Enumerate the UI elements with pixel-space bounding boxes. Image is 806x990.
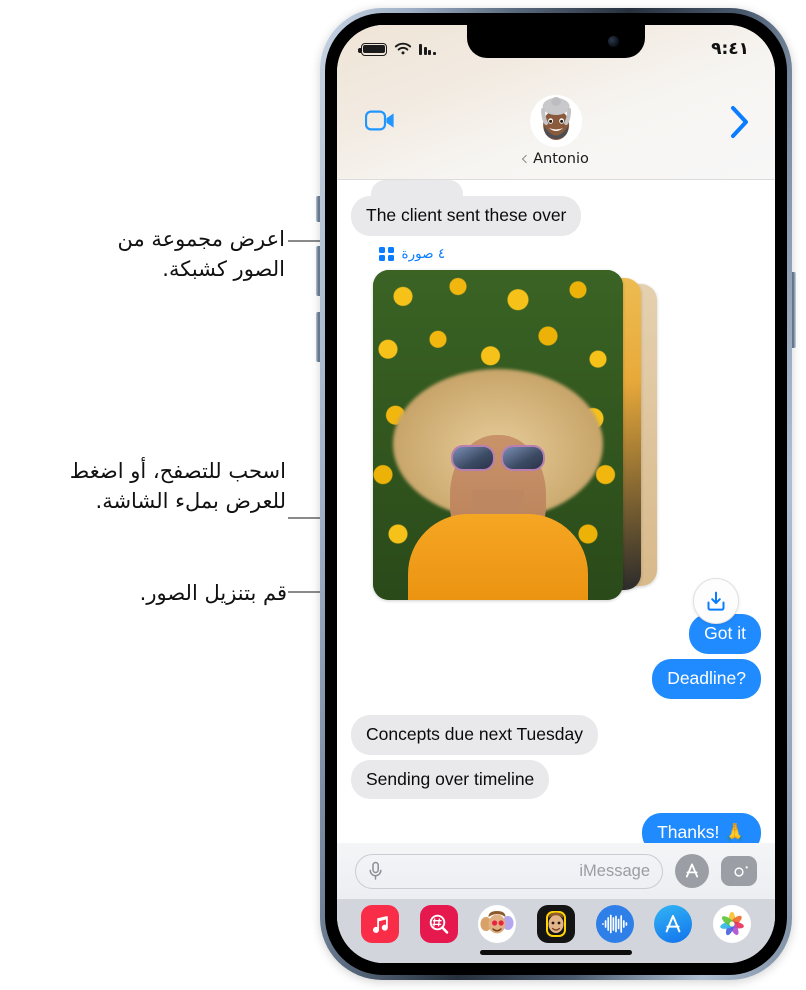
callout-download-photos: قم بتنزيل الصور. — [139, 581, 287, 605]
message-row: Sending over timeline — [345, 759, 761, 800]
wifi-icon — [394, 42, 412, 55]
photo-stack-header[interactable]: ٤ صورة — [379, 246, 499, 262]
partial-bubble-above — [371, 180, 463, 196]
download-tray-icon — [707, 591, 725, 611]
contact-name-row: Antonio — [521, 151, 589, 167]
camera-icon — [727, 862, 751, 880]
message-bubble[interactable]: Thanks! 🙏 — [642, 813, 761, 843]
photo-sunglasses — [446, 444, 550, 471]
home-indicator[interactable] — [480, 950, 632, 955]
message-bubble[interactable]: Concepts due next Tuesday — [351, 714, 598, 755]
photo-shirt — [408, 513, 588, 600]
dock-app-music[interactable] — [361, 905, 400, 943]
app-store-icon — [685, 863, 699, 878]
dock-app-memoji[interactable] — [536, 905, 575, 943]
photo-image — [373, 269, 623, 600]
message-bubble[interactable]: Deadline? — [652, 658, 766, 699]
notch — [467, 25, 645, 58]
message-row: Got it — [351, 613, 761, 654]
message-bubble[interactable]: The client sent these over — [351, 196, 582, 236]
status-indicators — [358, 42, 436, 56]
device-bezel: ٩:٤١ Antonio The client sent these over … — [325, 13, 787, 975]
message-row: The client sent these over — [351, 196, 761, 236]
iphone-device: ٩:٤١ Antonio The client sent these over … — [320, 8, 792, 980]
memoji-face-icon — [545, 911, 566, 937]
dock-app-images[interactable] — [419, 905, 458, 943]
front-camera-icon — [608, 36, 619, 47]
dock-app-app-store[interactable] — [654, 905, 693, 943]
message-bubble[interactable]: Sending over timeline — [345, 759, 550, 800]
message-row: Deadline? — [351, 658, 766, 699]
hash-search-icon — [430, 914, 449, 934]
download-button[interactable] — [693, 578, 739, 624]
dock-app-digital-touch[interactable] — [595, 905, 634, 943]
callout-swipe-browse: اسحب للتصفح، أو اضغط للعرض بملء الشاشة. — [69, 459, 286, 514]
app-store-button[interactable] — [675, 854, 709, 888]
waveform-icon — [601, 914, 627, 934]
app-store-icon — [665, 915, 681, 933]
message-input-field[interactable]: iMessage — [355, 853, 663, 889]
photo-count-label: ٤ صورة — [401, 245, 446, 262]
photo-card-front[interactable] — [373, 269, 623, 600]
photo-stack[interactable] — [373, 269, 673, 600]
facetime-video-icon[interactable] — [364, 110, 395, 136]
grid-2x2-icon[interactable] — [379, 246, 394, 262]
cellular-bars-icon — [419, 43, 436, 55]
avatar — [529, 95, 582, 147]
screenshot-root: اعرض مجموعة من الصور كشبكة. اسحب للتصفح،… — [0, 0, 806, 990]
memoji-sticker-icon — [480, 911, 514, 934]
microphone-icon[interactable] — [368, 861, 383, 881]
message-row: Concepts due next Tuesday — [351, 714, 761, 755]
device-screen: ٩:٤١ Antonio The client sent these over … — [337, 25, 775, 963]
message-thread[interactable]: The client sent these over ٤ صورة Got it… — [337, 180, 775, 843]
chevron-left-icon — [521, 154, 531, 163]
dock-app-photos[interactable] — [712, 905, 751, 943]
message-input-bar: iMessage — [337, 843, 775, 899]
dock-app-memoji-stickers[interactable] — [478, 905, 517, 943]
photos-flower-icon — [719, 911, 744, 936]
callout-grid-view: اعرض مجموعة من الصور كشبكة. — [117, 227, 285, 282]
music-note-icon — [373, 916, 389, 933]
chevron-right-icon[interactable] — [729, 105, 751, 144]
status-time: ٩:٤١ — [711, 39, 749, 59]
message-row: Thanks! 🙏 — [351, 813, 761, 843]
contact-name: Antonio — [533, 151, 589, 167]
memoji-avatar-icon — [529, 95, 582, 147]
contact-header[interactable]: Antonio — [521, 95, 589, 167]
message-input-placeholder: iMessage — [579, 861, 650, 880]
camera-button[interactable] — [721, 856, 757, 886]
battery-icon — [358, 42, 387, 56]
